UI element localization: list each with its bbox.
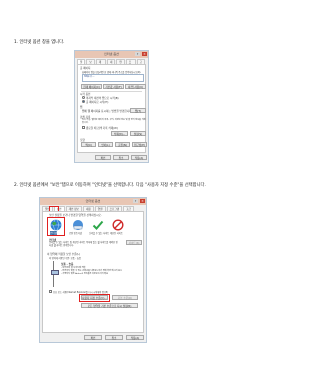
level-allowed: 이 영역에 허용된 수준: 보통 - 높음 [49,257,81,260]
fonts-button[interactable]: 글꼴(N) [115,142,130,147]
zone-trusted-sites[interactable]: 신뢰할 수 있는 사이트 [89,218,110,235]
help-button[interactable]: ? [135,52,140,56]
zone-local-intranet[interactable]: 로컬 인트라넷 [69,218,87,235]
zone-trusted-label: 신뢰할 수 있는 사이트 [89,232,110,235]
tabs-desc: 탭에 웹 페이지를 표시하는 방법을 변경합니다. [82,110,133,113]
internet-zone-highlight [47,217,65,236]
cancel-button[interactable]: 취소 [105,335,123,340]
level-bullet-3: - 서명되지 않은 ActiveX 컨트롤은 다운로드하지 않음 [61,273,108,275]
dialog-title: 인터넷 옵션 [104,52,119,56]
dialog-titlebar: 인터넷 옵션 ? ✕ [40,198,146,205]
internet-options-dialog-general: 인터넷 옵션 ? ✕ 일반 보안 개인 정보 내용 연결 프로그램 고급 홈 페… [74,50,149,163]
check-icon [92,220,104,230]
colors-button[interactable]: 색(O) [81,142,96,147]
close-button[interactable]: ✕ [140,199,145,203]
startup-option-1-radio[interactable] [82,96,85,99]
use-default-button[interactable]: 기본값 사용(F) [103,84,124,89]
custom-level-highlight [79,293,110,302]
ok-button[interactable]: 확인 [95,155,111,160]
apply-button[interactable]: 적용(A) [131,155,147,160]
step-2-text: 2. 인터넷 옵션에서 "보안"탭으로 이동하여 "인터넷"을 선택합니다. 다… [14,183,206,188]
intranet-icon [73,220,83,230]
general-panel: 홈 페이지 홈페이지 탭을 만들려면 한 행에 하나씩 주소를 입력하십시오(R… [77,64,147,153]
restricted-icon [112,219,124,231]
history-desc: 임시 파일, 열어본 페이지 목록, 쿠키, 저장된 암호 및 웹 양식 정보를… [82,119,146,124]
dialog-titlebar: 인터넷 옵션 ? ✕ [75,51,148,58]
tabs-button[interactable]: 탭(T) [130,108,146,113]
step-1-text: 1. 인터넷 옵션 창을 엽니다. [14,40,65,45]
default-level-button[interactable]: 기본 수준(D) [112,295,138,300]
slider-thumb[interactable] [51,270,59,275]
dialog-title: 인터넷 옵션 [85,199,101,203]
delete-on-exit-checkbox[interactable] [82,126,85,129]
current-page-button[interactable]: 현재 페이지(C) [81,84,102,89]
reset-all-zones-button[interactable]: 모든 영역을 기본 수준으로 다시 설정(R) [81,303,138,308]
zone-restricted-sites[interactable]: 제한된 사이트 [109,218,127,235]
zone-intranet-label: 로컬 인트라넷 [69,232,82,235]
zone-restricted-label: 제한된 사이트 [110,232,123,235]
delete-on-exit-label: 종료할 때 검색 기록 삭제(W) [86,127,118,130]
ok-button[interactable]: 확인 [84,335,102,340]
cancel-button[interactable]: 취소 [113,155,129,160]
security-panel: 보안 설정을 보거나 변경할 영역을 선택하십시오. 인터넷 로컬 인트라넷 신… [42,211,144,333]
protected-mode-checkbox[interactable] [49,290,52,293]
internet-options-dialog-security: 인터넷 옵션 ? ✕ 일반 보안 개인 정보 내용 연결 프로그램 고급 보안 … [39,197,147,343]
apply-button[interactable]: 적용(A) [126,335,144,340]
home-url-field[interactable]: http://... [82,74,144,82]
help-button[interactable]: ? [133,199,138,203]
zone-desc: 신뢰할 수 있는 사이트 및 제한된 사이트 목록에 있는 웹 사이트를 제외한… [49,241,118,247]
history-settings-button[interactable]: 설정(S) [130,131,146,136]
accessibility-button[interactable]: 접근성(E) [132,142,147,147]
close-button[interactable]: ✕ [142,52,147,56]
security-level-slider[interactable] [51,261,59,287]
use-new-tab-button[interactable]: 새 탭 사용(U) [125,84,146,89]
sites-button[interactable]: 사이트(S) [126,240,142,245]
startup-option-2-label: 홈 페이지로 시작(H) [86,101,109,104]
delete-history-button[interactable]: 삭제(D)... [111,131,128,136]
startup-option-2-radio[interactable] [82,100,85,103]
languages-button[interactable]: 언어(L) [98,142,113,147]
